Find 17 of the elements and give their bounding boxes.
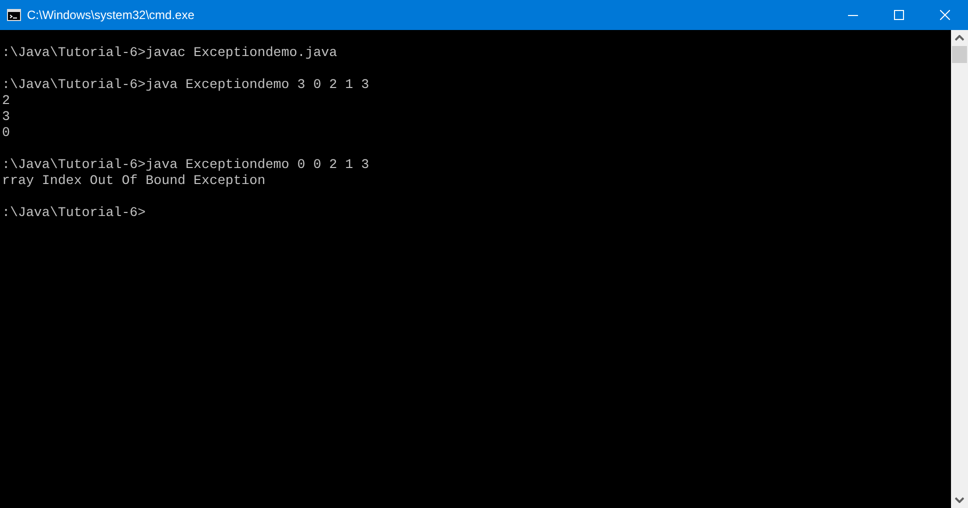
console-line: rray Index Out Of Bound Exception bbox=[2, 173, 266, 189]
console-line: :\Java\Tutorial-6> bbox=[2, 205, 146, 221]
scrollbar[interactable] bbox=[951, 30, 968, 508]
maximize-icon bbox=[894, 10, 904, 20]
minimize-icon bbox=[848, 14, 858, 16]
scroll-up-icon[interactable] bbox=[955, 35, 964, 41]
console-line: 2 bbox=[2, 93, 10, 109]
console-line: :\Java\Tutorial-6>java Exceptiondemo 0 0 2 1 3 bbox=[2, 157, 370, 173]
console-line: 0 bbox=[2, 125, 10, 141]
console-line: :\Java\Tutorial-6>javac Exceptiondemo.java bbox=[2, 45, 338, 61]
scroll-down-icon[interactable] bbox=[955, 497, 964, 503]
scrollbar-thumb[interactable] bbox=[952, 46, 967, 63]
close-icon bbox=[940, 10, 950, 20]
window-title: C:\Windows\system32\cmd.exe bbox=[27, 7, 194, 24]
console-line: :\Java\Tutorial-6>java Exceptiondemo 3 0 2 1 3 bbox=[2, 77, 370, 93]
console-line: 3 bbox=[2, 109, 10, 125]
console-icon bbox=[7, 9, 21, 21]
